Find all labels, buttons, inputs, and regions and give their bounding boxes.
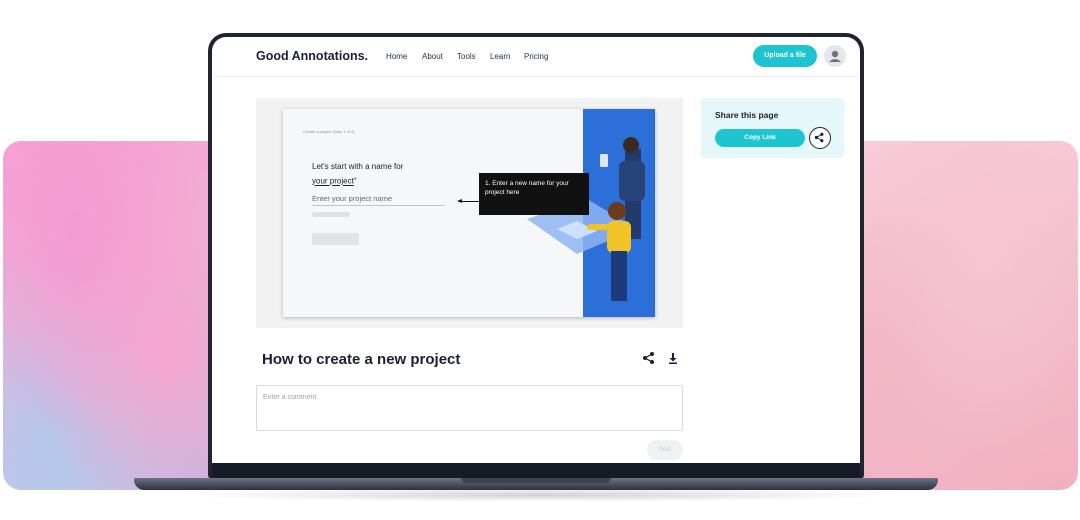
post-comment-button[interactable]: Post	[647, 440, 683, 460]
laptop-screen: Good Annotations. Home About Tools Learn…	[212, 37, 860, 463]
laptop-frame: Good Annotations. Home About Tools Learn…	[208, 33, 864, 479]
slide-heading-line2: your project	[312, 176, 354, 186]
document-title: How to create a new project	[262, 351, 461, 368]
nav-link-pricing[interactable]: Pricing	[524, 52, 548, 61]
brand-logo[interactable]: Good Annotations.	[256, 49, 368, 63]
comment-placeholder: Enter a comment	[263, 394, 317, 401]
laptop-shadow	[180, 488, 900, 502]
nav-link-home[interactable]: Home	[386, 52, 407, 61]
comment-textarea[interactable]: Enter a comment	[256, 385, 683, 431]
left-watercolor-background	[3, 141, 238, 490]
share-card-title: Share this page	[715, 110, 779, 120]
laptop-base	[134, 478, 938, 490]
callout-arrow-line	[461, 201, 479, 202]
project-name-input: Enter your project name	[312, 194, 393, 203]
nav-link-tools[interactable]: Tools	[457, 52, 476, 61]
laptop-bezel-chin	[212, 463, 860, 479]
share-icon[interactable]	[642, 351, 656, 365]
upload-file-button[interactable]: Upload a file	[753, 45, 817, 67]
download-icon[interactable]	[666, 351, 680, 365]
slide-heading-sup: ®	[353, 176, 357, 181]
share-circle-button[interactable]	[809, 127, 831, 149]
annotation-preview: Create a project (Step 1 of 3) Let's sta…	[256, 98, 683, 328]
copy-link-button[interactable]: Copy Link	[715, 129, 805, 147]
user-avatar[interactable]	[824, 45, 846, 67]
share-card: Share this page Copy Link	[701, 98, 844, 158]
top-navbar: Good Annotations. Home About Tools Learn…	[212, 37, 860, 77]
slide-heading: Let's start with a name for your project…	[312, 161, 432, 188]
nav-link-learn[interactable]: Learn	[490, 52, 510, 61]
people-illustration	[527, 137, 645, 301]
step-indicator: Create a project (Step 1 of 3)	[303, 129, 355, 134]
slide-continue-button	[312, 233, 359, 245]
input-hint	[312, 212, 350, 217]
callout-arrow-head	[457, 199, 462, 203]
input-underline	[312, 205, 445, 206]
screenshot-slide[interactable]: Create a project (Step 1 of 3) Let's sta…	[283, 109, 655, 317]
user-icon	[829, 50, 841, 62]
laptop-notch	[461, 478, 611, 483]
nav-link-about[interactable]: About	[422, 52, 443, 61]
right-watercolor-background	[842, 141, 1078, 490]
share-icon	[814, 132, 824, 143]
annotation-callout[interactable]: 1. Enter a new name for your project her…	[479, 173, 589, 215]
slide-heading-line1: Let's start with a name for	[312, 162, 404, 171]
